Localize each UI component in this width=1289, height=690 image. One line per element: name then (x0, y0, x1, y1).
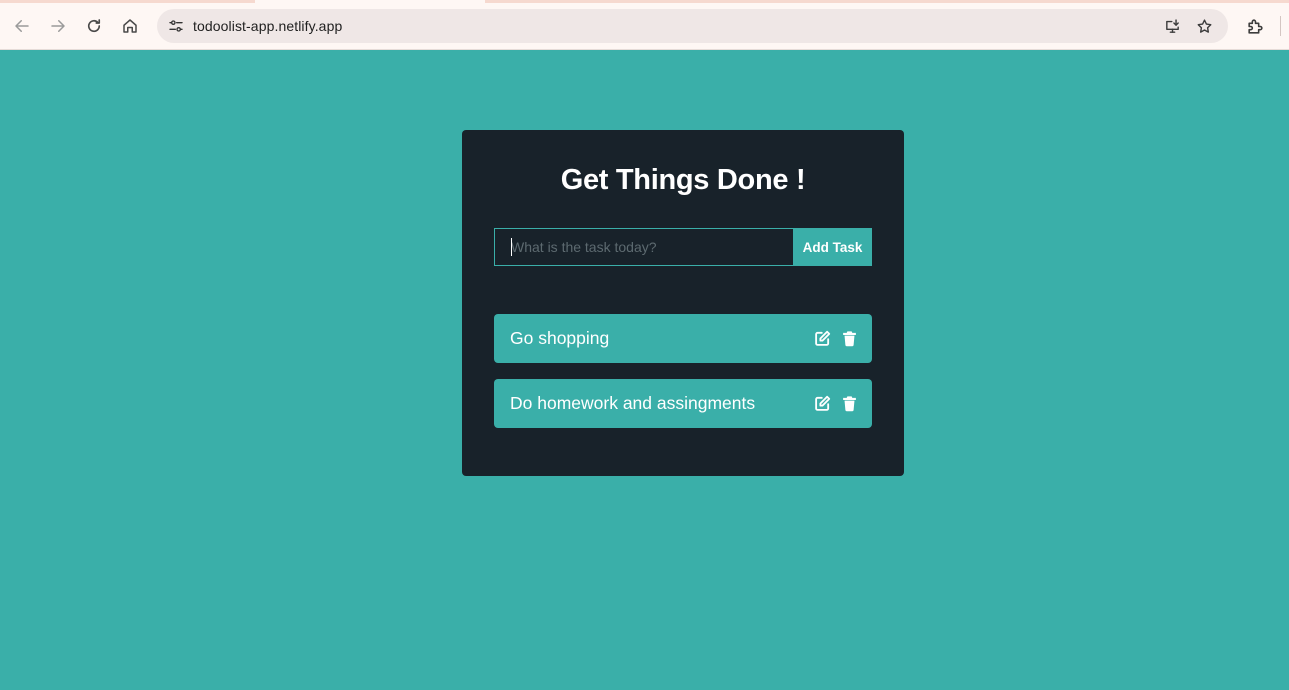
arrow-right-icon (51, 20, 65, 32)
todo-text: Go shopping (510, 328, 610, 348)
tune-icon (169, 20, 183, 32)
todo-text: Do homework and assingments (510, 393, 756, 413)
home-icon (123, 19, 137, 33)
text-caret (511, 238, 512, 256)
install-app-icon (1165, 18, 1179, 33)
address-bar[interactable]: todoolist-app.netlify.app (157, 9, 1228, 43)
arrow-left-icon (15, 20, 29, 32)
todo-item: Do homework and assingments (494, 379, 872, 428)
bookmark-button[interactable] (1191, 13, 1217, 39)
tab-strip (0, 0, 1289, 3)
trash-icon[interactable] (840, 394, 858, 412)
app-title: Get Things Done ! (560, 164, 806, 196)
edit-icon[interactable] (813, 329, 831, 347)
active-tab-edge (255, 0, 485, 3)
toolbar-divider (1280, 16, 1281, 36)
home-button[interactable] (115, 11, 145, 41)
add-task-button[interactable]: Add Task (793, 228, 872, 266)
todo-item: Go shopping (494, 314, 872, 363)
task-input[interactable] (494, 228, 794, 266)
add-task-form: Add Task (494, 228, 872, 266)
edit-icon[interactable] (813, 394, 831, 412)
install-app-button[interactable] (1159, 13, 1185, 39)
todo-card: Get Things Done ! Add Task Go shopping D… (462, 130, 904, 476)
puzzle-icon (1247, 18, 1263, 34)
browser-toolbar: todoolist-app.netlify.app (0, 0, 1289, 50)
url-text[interactable]: todoolist-app.netlify.app (193, 18, 342, 34)
trash-icon[interactable] (840, 329, 858, 347)
star-icon (1197, 18, 1211, 33)
back-button[interactable] (7, 11, 37, 41)
site-info-button[interactable] (163, 13, 189, 39)
extensions-button[interactable] (1240, 11, 1270, 41)
reload-button[interactable] (79, 11, 109, 41)
reload-icon (87, 19, 101, 33)
forward-button[interactable] (43, 11, 73, 41)
